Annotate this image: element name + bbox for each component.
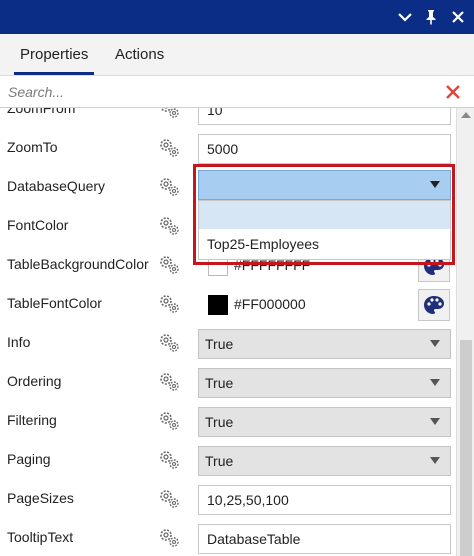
dropdown-option-empty[interactable]: [199, 201, 450, 229]
scroll-up-icon[interactable]: [461, 112, 471, 118]
close-icon[interactable]: [443, 0, 473, 34]
property-label: DatabaseQuery: [7, 178, 106, 194]
tab-bar: Properties Actions: [0, 34, 474, 76]
select-value: True: [205, 453, 234, 469]
chevron-down-icon: [430, 457, 440, 464]
chevron-down-icon: [430, 379, 440, 386]
gear-icon[interactable]: [158, 332, 182, 354]
property-grid: ZoomFrom 10 ZoomTo 5000 DatabaseQuery Fo…: [0, 108, 456, 556]
gear-icon[interactable]: [158, 371, 182, 393]
databasequery-select[interactable]: [198, 170, 451, 200]
pagesizes-input[interactable]: 10,25,50,100: [198, 485, 451, 515]
gear-icon[interactable]: [158, 215, 182, 237]
dropdown-option-top25-employees[interactable]: Top25-Employees: [207, 236, 319, 252]
paging-select[interactable]: True: [198, 446, 451, 476]
zoomto-input[interactable]: 5000: [198, 134, 451, 164]
filtering-select[interactable]: True: [198, 407, 451, 437]
tab-properties[interactable]: Properties: [13, 46, 95, 75]
gear-icon[interactable]: [158, 137, 182, 159]
ordering-select[interactable]: True: [198, 368, 451, 398]
property-label: TableBackgroundColor: [7, 256, 149, 272]
gear-icon[interactable]: [158, 176, 182, 198]
gear-icon[interactable]: [158, 254, 182, 276]
property-label: TableFontColor: [7, 295, 102, 311]
zoomfrom-input[interactable]: 10: [198, 108, 451, 125]
property-row-info: Info True: [0, 324, 456, 363]
gear-icon[interactable]: [158, 108, 182, 120]
property-label: Filtering: [7, 412, 57, 428]
property-label: Ordering: [7, 373, 62, 389]
property-label: Paging: [7, 451, 51, 467]
gear-icon[interactable]: [158, 293, 182, 315]
property-row-tooltiptext: TooltipText DatabaseTable: [0, 519, 456, 556]
search-bar: [0, 76, 474, 108]
property-row-paging: Paging True: [0, 441, 456, 480]
vertical-scrollbar[interactable]: [456, 108, 474, 556]
property-row-zoomto: ZoomTo 5000: [0, 129, 456, 168]
property-label: ZoomFrom: [7, 108, 76, 116]
gear-icon[interactable]: [158, 410, 182, 432]
panel-titlebar: [0, 0, 474, 34]
palette-icon: [424, 296, 444, 314]
databasequery-dropdown-list: Top25-Employees: [198, 200, 451, 260]
property-label: PageSizes: [7, 490, 74, 506]
gear-icon[interactable]: [158, 488, 182, 510]
property-label: Info: [7, 334, 31, 350]
info-select[interactable]: True: [198, 329, 451, 359]
property-row-zoomfrom: ZoomFrom 10: [0, 108, 456, 129]
color-picker-button[interactable]: [418, 289, 450, 321]
select-value: True: [205, 336, 234, 352]
select-value: True: [205, 375, 234, 391]
chevron-down-icon: [430, 418, 440, 425]
property-label: ZoomTo: [7, 139, 58, 155]
clear-search-icon[interactable]: [443, 82, 463, 102]
property-label: FontColor: [7, 217, 69, 233]
property-row-tablefontcolor: TableFontColor #FF000000: [0, 285, 456, 324]
color-value: #FF000000: [234, 296, 306, 312]
tab-actions[interactable]: Actions: [115, 46, 164, 63]
pin-icon[interactable]: [416, 0, 446, 34]
select-value: True: [205, 414, 234, 430]
tooltiptext-input[interactable]: DatabaseTable: [198, 524, 451, 554]
gear-icon[interactable]: [158, 449, 182, 471]
gear-icon[interactable]: [158, 527, 182, 549]
chevron-down-icon: [430, 181, 440, 188]
property-row-filtering: Filtering True: [0, 402, 456, 441]
property-label: TooltipText: [7, 529, 74, 545]
property-row-pagesizes: PageSizes 10,25,50,100: [0, 480, 456, 519]
search-input[interactable]: [0, 76, 430, 107]
color-swatch[interactable]: [208, 295, 228, 315]
scrollbar-thumb[interactable]: [460, 340, 472, 556]
chevron-down-icon: [430, 340, 440, 347]
property-row-ordering: Ordering True: [0, 363, 456, 402]
